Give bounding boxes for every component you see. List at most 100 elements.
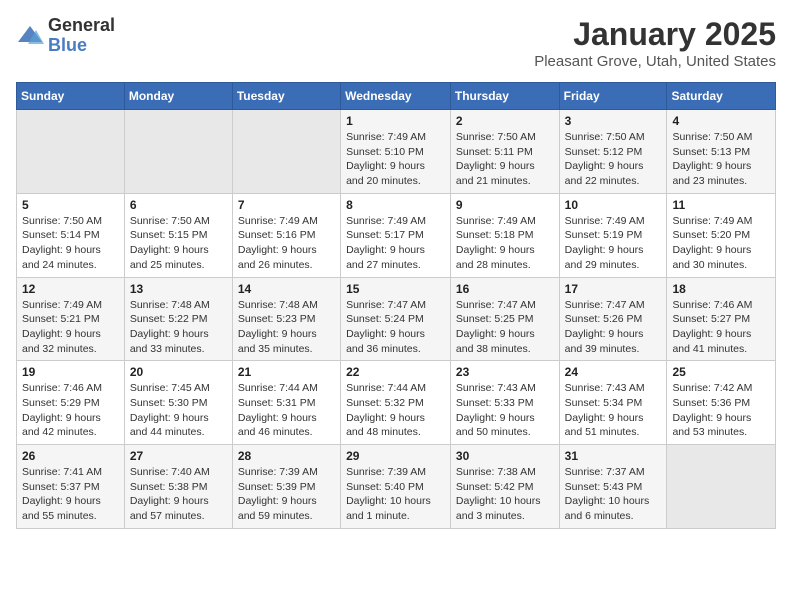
- day-info: Sunrise: 7:45 AMSunset: 5:30 PMDaylight:…: [130, 381, 227, 440]
- day-number: 21: [238, 365, 335, 379]
- day-info: Sunrise: 7:49 AMSunset: 5:16 PMDaylight:…: [238, 214, 335, 273]
- title-block: January 2025 Pleasant Grove, Utah, Unite…: [534, 16, 776, 70]
- day-number: 14: [238, 282, 335, 296]
- day-number: 12: [22, 282, 119, 296]
- calendar-cell: 20 Sunrise: 7:45 AMSunset: 5:30 PMDayligh…: [124, 361, 232, 445]
- day-info: Sunrise: 7:49 AMSunset: 5:19 PMDaylight:…: [565, 214, 662, 273]
- day-info: Sunrise: 7:48 AMSunset: 5:23 PMDaylight:…: [238, 298, 335, 357]
- day-number: 19: [22, 365, 119, 379]
- day-info: Sunrise: 7:41 AMSunset: 5:37 PMDaylight:…: [22, 465, 119, 524]
- day-number: 7: [238, 198, 335, 212]
- calendar-week-row: 5Sunrise: 7:50 AMSunset: 5:14 PMDaylight…: [17, 193, 776, 277]
- calendar-header: SundayMondayTuesdayWednesdayThursdayFrid…: [17, 83, 776, 110]
- day-info: Sunrise: 7:50 AMSunset: 5:14 PMDaylight:…: [22, 214, 119, 273]
- day-info: Sunrise: 7:50 AMSunset: 5:12 PMDaylight:…: [565, 130, 662, 189]
- day-number: 22: [346, 365, 445, 379]
- weekday-header: Tuesday: [232, 83, 340, 110]
- logo-icon: [16, 22, 44, 50]
- logo-blue-text: Blue: [48, 36, 115, 56]
- calendar-cell: 6 Sunrise: 7:50 AMSunset: 5:15 PMDaylight…: [124, 193, 232, 277]
- day-number: 13: [130, 282, 227, 296]
- day-number: 4: [672, 114, 770, 128]
- calendar-cell: 28 Sunrise: 7:39 AMSunset: 5:39 PMDayligh…: [232, 445, 340, 529]
- day-number: 17: [565, 282, 662, 296]
- calendar-cell: 11Sunrise: 7:49 AMSunset: 5:20 PMDayligh…: [667, 193, 776, 277]
- day-info: Sunrise: 7:46 AMSunset: 5:27 PMDaylight:…: [672, 298, 770, 357]
- calendar-cell: 5Sunrise: 7:50 AMSunset: 5:14 PMDaylight…: [17, 193, 125, 277]
- weekday-header: Monday: [124, 83, 232, 110]
- calendar-cell: 10 Sunrise: 7:49 AMSunset: 5:19 PMDayligh…: [559, 193, 667, 277]
- logo-text: General Blue: [48, 16, 115, 56]
- calendar-cell: 22 Sunrise: 7:44 AMSunset: 5:32 PMDayligh…: [341, 361, 451, 445]
- day-info: Sunrise: 7:40 AMSunset: 5:38 PMDaylight:…: [130, 465, 227, 524]
- day-info: Sunrise: 7:50 AMSunset: 5:13 PMDaylight:…: [672, 130, 770, 189]
- day-info: Sunrise: 7:47 AMSunset: 5:25 PMDaylight:…: [456, 298, 554, 357]
- calendar-week-row: 12 Sunrise: 7:49 AMSunset: 5:21 PMDayligh…: [17, 277, 776, 361]
- day-info: Sunrise: 7:49 AMSunset: 5:21 PMDaylight:…: [22, 298, 119, 357]
- logo-general-text: General: [48, 16, 115, 36]
- weekday-header: Saturday: [667, 83, 776, 110]
- day-info: Sunrise: 7:39 AMSunset: 5:40 PMDaylight:…: [346, 465, 445, 524]
- day-info: Sunrise: 7:49 AMSunset: 5:20 PMDaylight:…: [672, 214, 770, 273]
- location-text: Pleasant Grove, Utah, United States: [534, 53, 776, 70]
- day-number: 30: [456, 449, 554, 463]
- day-number: 2: [456, 114, 554, 128]
- day-info: Sunrise: 7:50 AMSunset: 5:11 PMDaylight:…: [456, 130, 554, 189]
- day-info: Sunrise: 7:49 AMSunset: 5:17 PMDaylight:…: [346, 214, 445, 273]
- calendar-cell: 18 Sunrise: 7:46 AMSunset: 5:27 PMDayligh…: [667, 277, 776, 361]
- calendar-cell: 31 Sunrise: 7:37 AMSunset: 5:43 PMDayligh…: [559, 445, 667, 529]
- day-number: 31: [565, 449, 662, 463]
- day-info: Sunrise: 7:44 AMSunset: 5:31 PMDaylight:…: [238, 381, 335, 440]
- day-number: 15: [346, 282, 445, 296]
- day-info: Sunrise: 7:47 AMSunset: 5:26 PMDaylight:…: [565, 298, 662, 357]
- day-info: Sunrise: 7:42 AMSunset: 5:36 PMDaylight:…: [672, 381, 770, 440]
- calendar-cell: 7 Sunrise: 7:49 AMSunset: 5:16 PMDaylight…: [232, 193, 340, 277]
- calendar-table: SundayMondayTuesdayWednesdayThursdayFrid…: [16, 82, 776, 529]
- calendar-cell: 24Sunrise: 7:43 AMSunset: 5:34 PMDayligh…: [559, 361, 667, 445]
- day-info: Sunrise: 7:47 AMSunset: 5:24 PMDaylight:…: [346, 298, 445, 357]
- weekday-header: Sunday: [17, 83, 125, 110]
- weekday-header: Friday: [559, 83, 667, 110]
- day-info: Sunrise: 7:43 AMSunset: 5:33 PMDaylight:…: [456, 381, 554, 440]
- day-number: 8: [346, 198, 445, 212]
- day-number: 6: [130, 198, 227, 212]
- calendar-cell: 16Sunrise: 7:47 AMSunset: 5:25 PMDayligh…: [450, 277, 559, 361]
- month-title: January 2025: [534, 16, 776, 53]
- calendar-cell: 12 Sunrise: 7:49 AMSunset: 5:21 PMDayligh…: [17, 277, 125, 361]
- day-number: 9: [456, 198, 554, 212]
- day-info: Sunrise: 7:48 AMSunset: 5:22 PMDaylight:…: [130, 298, 227, 357]
- day-number: 26: [22, 449, 119, 463]
- day-info: Sunrise: 7:44 AMSunset: 5:32 PMDaylight:…: [346, 381, 445, 440]
- calendar-cell: [124, 110, 232, 194]
- day-number: 10: [565, 198, 662, 212]
- day-info: Sunrise: 7:38 AMSunset: 5:42 PMDaylight:…: [456, 465, 554, 524]
- day-number: 23: [456, 365, 554, 379]
- day-info: Sunrise: 7:37 AMSunset: 5:43 PMDaylight:…: [565, 465, 662, 524]
- calendar-cell: [17, 110, 125, 194]
- day-info: Sunrise: 7:49 AMSunset: 5:18 PMDaylight:…: [456, 214, 554, 273]
- day-info: Sunrise: 7:39 AMSunset: 5:39 PMDaylight:…: [238, 465, 335, 524]
- calendar-cell: 26 Sunrise: 7:41 AMSunset: 5:37 PMDayligh…: [17, 445, 125, 529]
- day-info: Sunrise: 7:46 AMSunset: 5:29 PMDaylight:…: [22, 381, 119, 440]
- day-number: 18: [672, 282, 770, 296]
- calendar-cell: 15 Sunrise: 7:47 AMSunset: 5:24 PMDayligh…: [341, 277, 451, 361]
- calendar-cell: 3 Sunrise: 7:50 AMSunset: 5:12 PMDaylight…: [559, 110, 667, 194]
- weekday-header: Thursday: [450, 83, 559, 110]
- calendar-week-row: 1Sunrise: 7:49 AMSunset: 5:10 PMDaylight…: [17, 110, 776, 194]
- day-number: 28: [238, 449, 335, 463]
- day-number: 3: [565, 114, 662, 128]
- calendar-cell: 29Sunrise: 7:39 AMSunset: 5:40 PMDayligh…: [341, 445, 451, 529]
- calendar-cell: 30 Sunrise: 7:38 AMSunset: 5:42 PMDayligh…: [450, 445, 559, 529]
- day-number: 20: [130, 365, 227, 379]
- logo: General Blue: [16, 16, 115, 56]
- day-info: Sunrise: 7:43 AMSunset: 5:34 PMDaylight:…: [565, 381, 662, 440]
- calendar-week-row: 26 Sunrise: 7:41 AMSunset: 5:37 PMDayligh…: [17, 445, 776, 529]
- calendar-week-row: 19 Sunrise: 7:46 AMSunset: 5:29 PMDayligh…: [17, 361, 776, 445]
- calendar-cell: 19 Sunrise: 7:46 AMSunset: 5:29 PMDayligh…: [17, 361, 125, 445]
- day-info: Sunrise: 7:49 AMSunset: 5:10 PMDaylight:…: [346, 130, 445, 189]
- calendar-cell: 25Sunrise: 7:42 AMSunset: 5:36 PMDayligh…: [667, 361, 776, 445]
- day-info: Sunrise: 7:50 AMSunset: 5:15 PMDaylight:…: [130, 214, 227, 273]
- calendar-cell: 9 Sunrise: 7:49 AMSunset: 5:18 PMDaylight…: [450, 193, 559, 277]
- weekday-header: Wednesday: [341, 83, 451, 110]
- calendar-cell: [667, 445, 776, 529]
